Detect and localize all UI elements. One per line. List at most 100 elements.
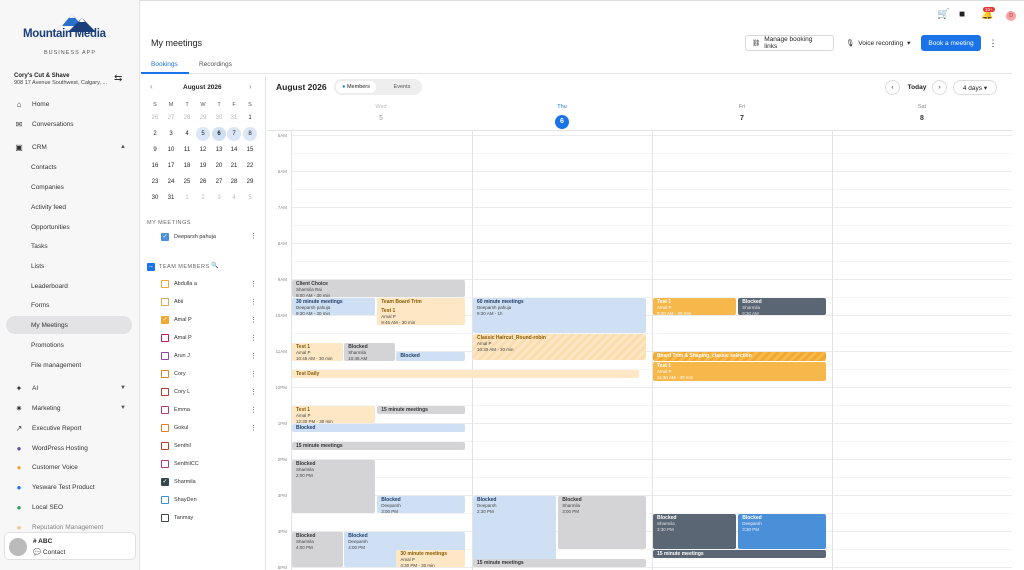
calendar-grid[interactable]: 5AM 6AM 7AM 8AM 9AM 10AM 11AM 12PM 1PM 2PM 3PM 4PM 5…: [267, 130, 1012, 570]
kebab-icon[interactable]: ⋮: [250, 352, 257, 360]
calendar-event[interactable]: Beard Trim & Shaping_classic selection: [653, 351, 826, 362]
mini-calendar-day[interactable]: 26: [196, 175, 210, 189]
member-checkbox[interactable]: [161, 406, 169, 414]
kebab-icon[interactable]: ⋮: [250, 388, 257, 396]
kebab-icon[interactable]: ⋮: [250, 370, 257, 378]
mini-calendar-day[interactable]: 22: [243, 159, 257, 173]
members-toggle[interactable]: ● Members: [336, 81, 376, 93]
kebab-icon[interactable]: ⋮: [250, 232, 257, 240]
mini-calendar-day[interactable]: 31: [227, 111, 241, 125]
calendar-event[interactable]: Test 1 Amal P 12:30 PM - 30 min: [292, 405, 375, 423]
mini-calendar-day[interactable]: 17: [164, 159, 178, 173]
calendar-event[interactable]: 15 minute meetings: [292, 441, 465, 450]
search-icon[interactable]: 🔍: [211, 262, 218, 269]
mini-calendar-day[interactable]: 8: [243, 127, 257, 141]
next-icon[interactable]: ›: [932, 80, 947, 95]
sidebar-item-wordpress-hosting[interactable]: ● WordPress Hosting: [6, 439, 132, 457]
calendar-event[interactable]: Test Daily: [292, 369, 639, 378]
mini-calendar-day[interactable]: 9: [148, 143, 162, 157]
member-checkbox[interactable]: [161, 388, 169, 396]
calendar-event[interactable]: 60 minute meetings Deeparsh pahuja 9:30 AM…: [473, 297, 646, 333]
member-checkbox[interactable]: [161, 424, 169, 432]
sidebar-item-yesware-test-product[interactable]: ● Yesware Test Product: [6, 478, 132, 496]
mini-calendar-day[interactable]: 2: [148, 127, 162, 141]
sidebar-item-contacts[interactable]: Contacts: [6, 158, 132, 176]
member-checkbox[interactable]: [161, 442, 169, 450]
more-menu-icon[interactable]: ⋮: [987, 35, 999, 51]
voice-recording-button[interactable]: 🎙 Voice recording ▾: [840, 35, 917, 51]
swap-location-icon[interactable]: ⇆: [114, 73, 122, 84]
member-checkbox[interactable]: [161, 280, 169, 288]
today-button[interactable]: Today: [903, 80, 931, 95]
mini-calendar-day[interactable]: 21: [227, 159, 241, 173]
calendar-event[interactable]: Blocked Deeparsh 2:30 PM: [473, 495, 556, 567]
sidebar-item-executive-report[interactable]: ↗ Executive Report: [6, 419, 132, 437]
day-header[interactable]: Wed 5: [291, 104, 471, 122]
sidebar-item-file-management[interactable]: File management: [6, 356, 132, 374]
member-checkbox[interactable]: [161, 460, 169, 468]
mini-calendar-day[interactable]: 29: [243, 175, 257, 189]
mini-calendar-day[interactable]: 15: [243, 143, 257, 157]
tab-recordings[interactable]: Recordings: [199, 61, 232, 68]
video-icon[interactable]: ■: [959, 9, 965, 20]
mini-calendar-day[interactable]: 20: [212, 159, 226, 173]
calendar-event[interactable]: Blocked Sharmila 9:30 AM: [738, 297, 826, 315]
member-checkbox[interactable]: [161, 298, 169, 306]
sidebar-item-my-meetings[interactable]: My Meetings: [6, 316, 132, 334]
cart-icon[interactable]: 🛒: [937, 9, 949, 20]
calendar-event[interactable]: Client Choice Sharmila Rai 9:00 AM - 30 mi…: [292, 279, 465, 297]
mini-prev-icon[interactable]: ‹: [150, 82, 153, 91]
sidebar-item-activity-feed[interactable]: Activity feed: [6, 198, 132, 216]
sidebar-item-home[interactable]: ⌂ Home: [6, 95, 132, 113]
calendar-event[interactable]: Blocked Sharmila 2:00 PM: [292, 459, 375, 513]
kebab-icon[interactable]: ⋮: [250, 298, 257, 306]
mini-calendar-day[interactable]: 3: [164, 127, 178, 141]
day-header[interactable]: Thu 6: [472, 104, 652, 129]
mini-calendar-day[interactable]: 7: [227, 127, 241, 141]
member-checkbox[interactable]: [161, 370, 169, 378]
calendar-event[interactable]: 15 minute meetings: [653, 549, 826, 558]
mini-calendar-day[interactable]: 4: [227, 191, 241, 205]
kebab-icon[interactable]: ⋮: [250, 280, 257, 288]
mini-calendar-day[interactable]: 18: [180, 159, 194, 173]
calendar-event[interactable]: Blocked Deeparsh 3:00 PM: [377, 495, 465, 513]
kebab-icon[interactable]: ⋮: [250, 406, 257, 414]
mini-calendar-day[interactable]: 14: [227, 143, 241, 157]
member-checkbox[interactable]: ✓: [161, 316, 169, 324]
mini-calendar-day[interactable]: 27: [164, 111, 178, 125]
prev-icon[interactable]: ‹: [885, 80, 900, 95]
mini-calendar-day[interactable]: 29: [196, 111, 210, 125]
calendar-event[interactable]: 15 minute meetings: [473, 558, 646, 567]
mini-calendar-day[interactable]: 28: [180, 111, 194, 125]
sidebar-item-conversations[interactable]: ✉ Conversations: [6, 115, 132, 133]
member-checkbox[interactable]: ✓: [161, 478, 169, 486]
mini-next-icon[interactable]: ›: [249, 82, 252, 91]
mini-calendar-day[interactable]: 23: [148, 175, 162, 189]
calendar-event[interactable]: 30 minute meetings Amal P 4:30 PM - 30 min: [396, 549, 465, 567]
my-meetings-checkbox[interactable]: ✓: [161, 233, 169, 241]
tab-bookings[interactable]: Bookings: [151, 61, 178, 68]
sidebar-item-opportunities[interactable]: Opportunities: [6, 218, 132, 236]
mini-calendar-day[interactable]: 10: [164, 143, 178, 157]
mini-calendar-day[interactable]: 1: [180, 191, 194, 205]
sidebar-item-marketing[interactable]: ✷ Marketing ▼: [6, 399, 132, 417]
team-members-checkbox[interactable]: –: [147, 263, 155, 271]
calendar-event[interactable]: Test 1 Amal P 10:45 AM - 30 min: [292, 342, 344, 362]
location-name[interactable]: Cory's Cut & Shave: [14, 73, 69, 79]
calendar-event[interactable]: Blocked Sharmila 3:00 PM: [558, 495, 646, 549]
calendar-event[interactable]: Test 1 Amal P 9:45 AM - 30 min: [377, 306, 465, 326]
mini-calendar-day[interactable]: 3: [212, 191, 226, 205]
calendar-event[interactable]: Blocked: [396, 351, 465, 362]
mini-calendar-day[interactable]: 27: [212, 175, 226, 189]
mini-calendar-day[interactable]: 28: [227, 175, 241, 189]
mini-calendar-day[interactable]: 25: [180, 175, 194, 189]
mini-calendar-day[interactable]: 24: [164, 175, 178, 189]
mini-calendar-day[interactable]: 5: [243, 191, 257, 205]
book-meeting-button[interactable]: Book a meeting: [921, 35, 981, 51]
mini-calendar-day[interactable]: 2: [196, 191, 210, 205]
mini-calendar-day[interactable]: 1: [243, 111, 257, 125]
events-toggle[interactable]: Events: [382, 81, 422, 93]
mini-calendar-day[interactable]: 19: [196, 159, 210, 173]
sidebar-item-crm[interactable]: ▣ CRM ▲: [6, 138, 132, 156]
user-card[interactable]: # ABC 💬 Contact: [4, 532, 136, 560]
